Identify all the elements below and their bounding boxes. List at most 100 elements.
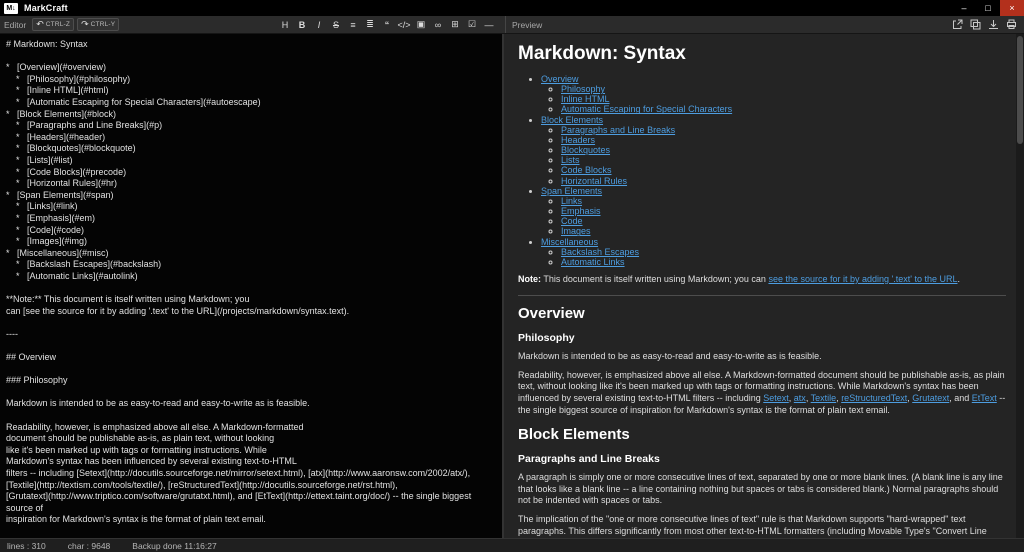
- maximize-button[interactable]: □: [976, 0, 1000, 16]
- image-button[interactable]: ▣: [413, 17, 429, 32]
- format-buttons: H B I S ≡ ≣ “</> ▣ ∞ ⊞ ☑ —: [277, 17, 497, 32]
- preview-note: Note: This document is itself written us…: [518, 274, 1006, 286]
- text-run: The implication of the "one or more cons…: [518, 514, 987, 538]
- preview-title: Markdown: Syntax: [518, 43, 686, 64]
- section-heading: Block Elements: [518, 425, 630, 443]
- blockquote-button[interactable]: “: [379, 17, 395, 32]
- toc-link[interactable]: Backslash Escapes: [561, 247, 639, 257]
- horizontal-rule-button[interactable]: —: [481, 17, 497, 32]
- status-backup: Backup done 11:16:27: [132, 540, 217, 551]
- preview-paragraph: A paragraph is simply one or more consec…: [518, 472, 1006, 507]
- popout-icon[interactable]: [951, 18, 964, 31]
- editor-pane-label: Editor: [4, 19, 27, 30]
- print-icon[interactable]: [1005, 18, 1018, 31]
- toc-link[interactable]: Block Elements: [541, 115, 603, 125]
- toc-item: MiscellaneousBackslash EscapesAutomatic …: [541, 237, 1006, 267]
- bold-button[interactable]: B: [294, 17, 310, 32]
- inline-link[interactable]: Textile: [811, 393, 837, 403]
- inline-link[interactable]: Grutatext: [912, 393, 949, 403]
- unordered-list-button[interactable]: ≡: [345, 17, 361, 32]
- preview-pane: Markdown: Syntax OverviewPhilosophyInlin…: [504, 34, 1024, 538]
- code-button[interactable]: </>: [396, 17, 412, 32]
- toc-item: Emphasis: [561, 206, 1006, 216]
- toc-link[interactable]: Lists: [561, 155, 580, 165]
- inline-link[interactable]: atx: [794, 393, 806, 403]
- status-lines: lines : 310: [7, 540, 46, 551]
- horizontal-rule: [518, 294, 1006, 296]
- undo-icon: ↶: [36, 19, 44, 29]
- inline-link[interactable]: see the source for it by adding '.text' …: [768, 274, 957, 284]
- main-area: # Markdown: Syntax * [Overview](#overvie…: [0, 34, 1024, 538]
- heading-button[interactable]: H: [277, 17, 293, 32]
- toc-link[interactable]: Inline HTML: [561, 94, 610, 104]
- ordered-list-button[interactable]: ≣: [362, 17, 378, 32]
- toc-link[interactable]: Horizontal Rules: [561, 176, 627, 186]
- undo-shortcut: CTRL-Z: [45, 21, 71, 28]
- toc-link[interactable]: Images: [561, 226, 591, 236]
- inline-link[interactable]: EtText: [972, 393, 997, 403]
- undo-button[interactable]: ↶ CTRL-Z: [32, 18, 75, 31]
- toc-link[interactable]: Code: [561, 216, 583, 226]
- editor-toolbar: Editor ↶ CTRL-Z ↷ CTRL-Y H B I S ≡ ≣ “</> ▣ ∞ ⊞ ☑ —: [0, 16, 506, 33]
- toc-item: Automatic Links: [561, 257, 1006, 267]
- text-run: Markdown is intended to be as easy-to-re…: [518, 350, 822, 361]
- toc-link[interactable]: Overview: [541, 74, 579, 84]
- toc-item: Block ElementsParagraphs and Line Breaks…: [541, 115, 1006, 186]
- preview-paragraph: Markdown is intended to be as easy-to-re…: [518, 351, 1006, 363]
- editor-pane[interactable]: # Markdown: Syntax * [Overview](#overvie…: [0, 34, 504, 538]
- preview-scrollbar[interactable]: [1016, 34, 1024, 538]
- toc-item: Inline HTML: [561, 94, 1006, 104]
- toc-link[interactable]: Emphasis: [561, 206, 601, 216]
- toc-link[interactable]: Philosophy: [561, 84, 605, 94]
- toc-link[interactable]: Code Blocks: [561, 165, 612, 175]
- preview-sections: Overview Philosophy Markdown is intended t…: [518, 294, 1006, 538]
- toolbar: Editor ↶ CTRL-Z ↷ CTRL-Y H B I S ≡ ≣ “</> ▣ ∞ ⊞ ☑ —…: [0, 16, 1024, 34]
- copy-icon[interactable]: [969, 18, 982, 31]
- titlebar: M↓ MarkCraft – □ ×: [0, 0, 1024, 16]
- markcraft-window: M↓ MarkCraft – □ × Editor ↶ CTRL-Z ↷ CTR…: [0, 0, 1024, 552]
- preview-toolbar: Preview: [506, 16, 1024, 33]
- checklist-button[interactable]: ☑: [464, 17, 480, 32]
- italic-button[interactable]: I: [311, 17, 327, 32]
- toc-item: Code: [561, 216, 1006, 226]
- section-heading: Philosophy: [518, 331, 575, 344]
- toc-item: Blockquotes: [561, 145, 1006, 155]
- redo-button[interactable]: ↷ CTRL-Y: [77, 18, 120, 31]
- preview-pane-label: Preview: [512, 19, 543, 30]
- toc-link[interactable]: Miscellaneous: [541, 237, 598, 247]
- close-button[interactable]: ×: [1000, 0, 1024, 16]
- app-logo-icon: M↓: [4, 2, 18, 14]
- export-icon[interactable]: [987, 18, 1000, 31]
- toc-link[interactable]: Span Elements: [541, 186, 602, 196]
- toc-link[interactable]: Links: [561, 196, 582, 206]
- minimize-button[interactable]: –: [952, 0, 976, 16]
- toc-item: Lists: [561, 155, 1006, 165]
- toc-item: Horizontal Rules: [561, 176, 1006, 186]
- strikethrough-button[interactable]: S: [328, 17, 344, 32]
- bold-text: Note:: [518, 273, 541, 284]
- toc-item: Links: [561, 196, 1006, 206]
- inline-link[interactable]: reStructuredText: [841, 393, 907, 403]
- toc-link[interactable]: Paragraphs and Line Breaks: [561, 125, 675, 135]
- toc-item: Span ElementsLinksEmphasisCodeImages: [541, 186, 1006, 237]
- editor-content[interactable]: # Markdown: Syntax * [Overview](#overvie…: [0, 34, 502, 538]
- app-title: MarkCraft: [24, 3, 68, 13]
- table-button[interactable]: ⊞: [447, 17, 463, 32]
- preview-toc: OverviewPhilosophyInline HTMLAutomatic E…: [530, 74, 1006, 267]
- toc-item: OverviewPhilosophyInline HTMLAutomatic E…: [541, 74, 1006, 115]
- toc-item: Philosophy: [561, 84, 1006, 94]
- toc-link[interactable]: Automatic Links: [561, 257, 625, 267]
- toc-link[interactable]: Blockquotes: [561, 145, 610, 155]
- toc-item: Headers: [561, 135, 1006, 145]
- text-run: , and: [949, 393, 972, 404]
- preview-paragraph: The implication of the "one or more cons…: [518, 514, 1006, 538]
- inline-link[interactable]: Setext: [763, 393, 789, 403]
- link-button[interactable]: ∞: [430, 17, 446, 32]
- toc-link[interactable]: Headers: [561, 135, 595, 145]
- toc-link[interactable]: Automatic Escaping for Special Character…: [561, 104, 732, 114]
- statusbar: lines : 310 char : 9648 Backup done 11:1…: [0, 538, 1024, 552]
- text-run: A paragraph is simply one or more consec…: [518, 471, 1003, 506]
- section-heading: Paragraphs and Line Breaks: [518, 452, 660, 465]
- scrollbar-thumb[interactable]: [1017, 36, 1023, 144]
- text-run: .: [957, 273, 960, 284]
